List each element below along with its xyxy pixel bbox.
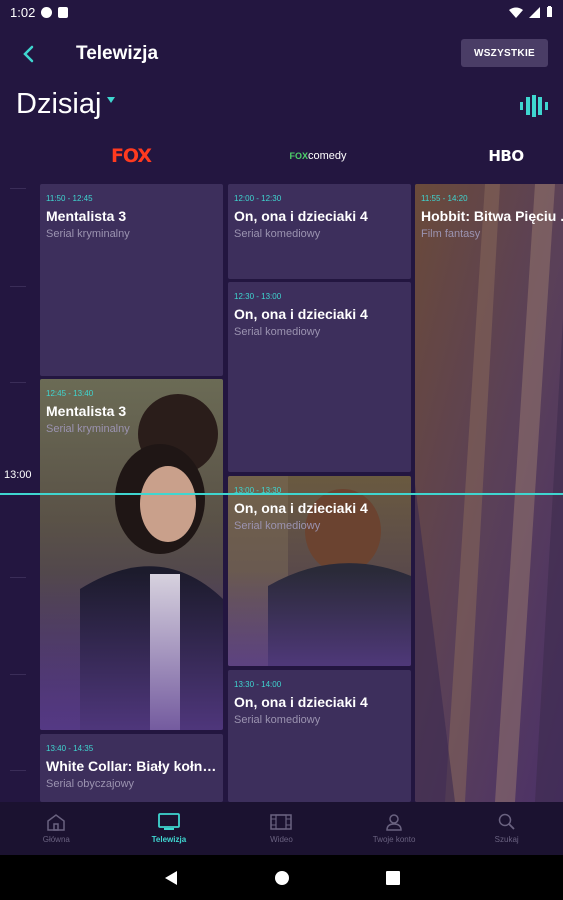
nav-label: Wideo — [270, 835, 293, 844]
system-home-icon[interactable] — [274, 870, 290, 886]
timeline-tick — [10, 577, 26, 578]
program-title: Mentalista 3 — [46, 403, 127, 419]
program-title: Mentalista 3 — [46, 208, 127, 224]
program-time: 12:00 - 12:30 — [234, 194, 282, 203]
program-time: 12:30 - 13:00 — [234, 292, 282, 301]
film-icon — [270, 814, 293, 830]
program-genre: Serial komediowy — [234, 520, 321, 532]
nav-item-video[interactable]: Wideo — [225, 802, 338, 855]
program-time: 11:55 - 14:20 — [421, 194, 468, 203]
nav-item-tv[interactable]: Telewizja — [113, 802, 226, 855]
timeline-tick — [10, 382, 26, 383]
nav-item-account[interactable]: Twoje konto — [338, 802, 451, 855]
program-card[interactable]: 11:50 - 12:45 Mentalista 3 Serial krymin… — [40, 184, 223, 376]
bottom-nav: Główna Telewizja Wideo Twoje konto Szuka… — [0, 802, 563, 855]
equalizer-icon — [520, 95, 548, 117]
back-button[interactable] — [14, 40, 42, 68]
timeline-tick — [10, 286, 26, 287]
system-recents-icon[interactable] — [385, 870, 400, 885]
tv-icon — [157, 813, 180, 830]
notification-icon — [41, 6, 53, 18]
program-genre: Serial komediowy — [234, 228, 321, 240]
arrow-left-icon — [23, 45, 34, 63]
app-notification-icon — [58, 6, 69, 18]
nav-item-home[interactable]: Główna — [0, 802, 113, 855]
program-genre: Film fantasy — [421, 228, 481, 240]
program-genre: Serial komediowy — [234, 326, 321, 338]
chevron-down-icon — [107, 96, 116, 103]
system-nav-bar — [0, 855, 563, 900]
program-card[interactable]: 13:30 - 14:00 On, ona i dzieciaki 4 Seri… — [228, 670, 411, 802]
program-card[interactable]: 13:00 - 13:30 On, ona i dzieciaki 4 Seri… — [228, 476, 411, 666]
nav-label: Główna — [42, 835, 70, 844]
channel-logo-fox[interactable]: FOX — [110, 142, 152, 170]
time-label: 13:00 — [4, 469, 32, 481]
status-time: 1:02 — [10, 4, 36, 20]
program-genre: Serial kryminalny — [46, 228, 130, 240]
program-genre: Serial komediowy — [234, 714, 321, 726]
epg-grid[interactable]: 13:00 11:50 - 12:45 Mentalista 3 Serial … — [0, 182, 563, 802]
timeline-tick — [10, 188, 26, 189]
date-selector[interactable]: Dzisiaj — [16, 88, 116, 121]
program-title: On, ona i dzieciaki 4 — [234, 694, 368, 710]
program-card[interactable]: 13:40 - 14:35 White Collar: Biały kołnie… — [40, 734, 223, 802]
wifi-icon — [509, 7, 523, 18]
timeline-tick — [10, 770, 26, 771]
program-card[interactable]: 12:30 - 13:00 On, ona i dzieciaki 4 Seri… — [228, 282, 411, 472]
program-title: On, ona i dzieciaki 4 — [234, 208, 368, 224]
channel-logo-hbo[interactable]: HBO — [486, 142, 526, 170]
nav-item-search[interactable]: Szukaj — [450, 802, 563, 855]
program-genre: Serial kryminalny — [46, 423, 130, 435]
user-icon — [386, 814, 402, 831]
program-genre: Serial obyczajowy — [46, 778, 135, 790]
program-time: 11:50 - 12:45 — [46, 194, 93, 203]
program-title: On, ona i dzieciaki 4 — [234, 500, 368, 516]
app-bar: Telewizja WSZYSTKIE — [0, 24, 563, 84]
status-bar: 1:02 — [0, 0, 563, 24]
foxcomedy-fox-text: FOX — [289, 151, 308, 161]
program-time: 13:40 - 14:35 — [46, 744, 94, 753]
page-title: Telewizja — [76, 43, 159, 64]
system-back-icon[interactable] — [164, 870, 178, 886]
timeline-tick — [10, 674, 26, 675]
program-time: 12:45 - 13:40 — [46, 389, 94, 398]
program-card[interactable]: 12:45 - 13:40 Mentalista 3 Serial krymin… — [40, 379, 223, 730]
battery-icon — [547, 6, 552, 17]
date-row: Dzisiaj — [0, 84, 563, 130]
foxcomedy-rest-text: comedy — [307, 150, 347, 162]
home-icon — [47, 814, 66, 831]
channel-logo-foxcomedy[interactable]: FOX comedy — [285, 142, 351, 170]
program-time: 13:30 - 14:00 — [234, 680, 282, 689]
now-indicator — [0, 493, 563, 495]
program-title: White Collar: Biały kołnierzyk — [46, 758, 217, 774]
nav-label: Szukaj — [494, 835, 519, 844]
equalizer-button[interactable] — [518, 92, 550, 120]
nav-label: Telewizja — [151, 835, 187, 844]
date-label: Dzisiaj — [16, 88, 102, 120]
program-title: On, ona i dzieciaki 4 — [234, 306, 368, 322]
program-title: Hobbit: Bitwa Pięciu Armii — [421, 208, 563, 224]
nav-label: Twoje konto — [372, 835, 416, 844]
search-icon — [498, 813, 515, 830]
channel-header: FOX FOX comedy HBO — [0, 138, 563, 174]
signal-icon — [529, 6, 540, 18]
all-channels-button[interactable]: WSZYSTKIE — [461, 39, 548, 67]
timeline: 13:00 — [0, 182, 36, 802]
program-card[interactable]: 12:00 - 12:30 On, ona i dzieciaki 4 Seri… — [228, 184, 411, 279]
